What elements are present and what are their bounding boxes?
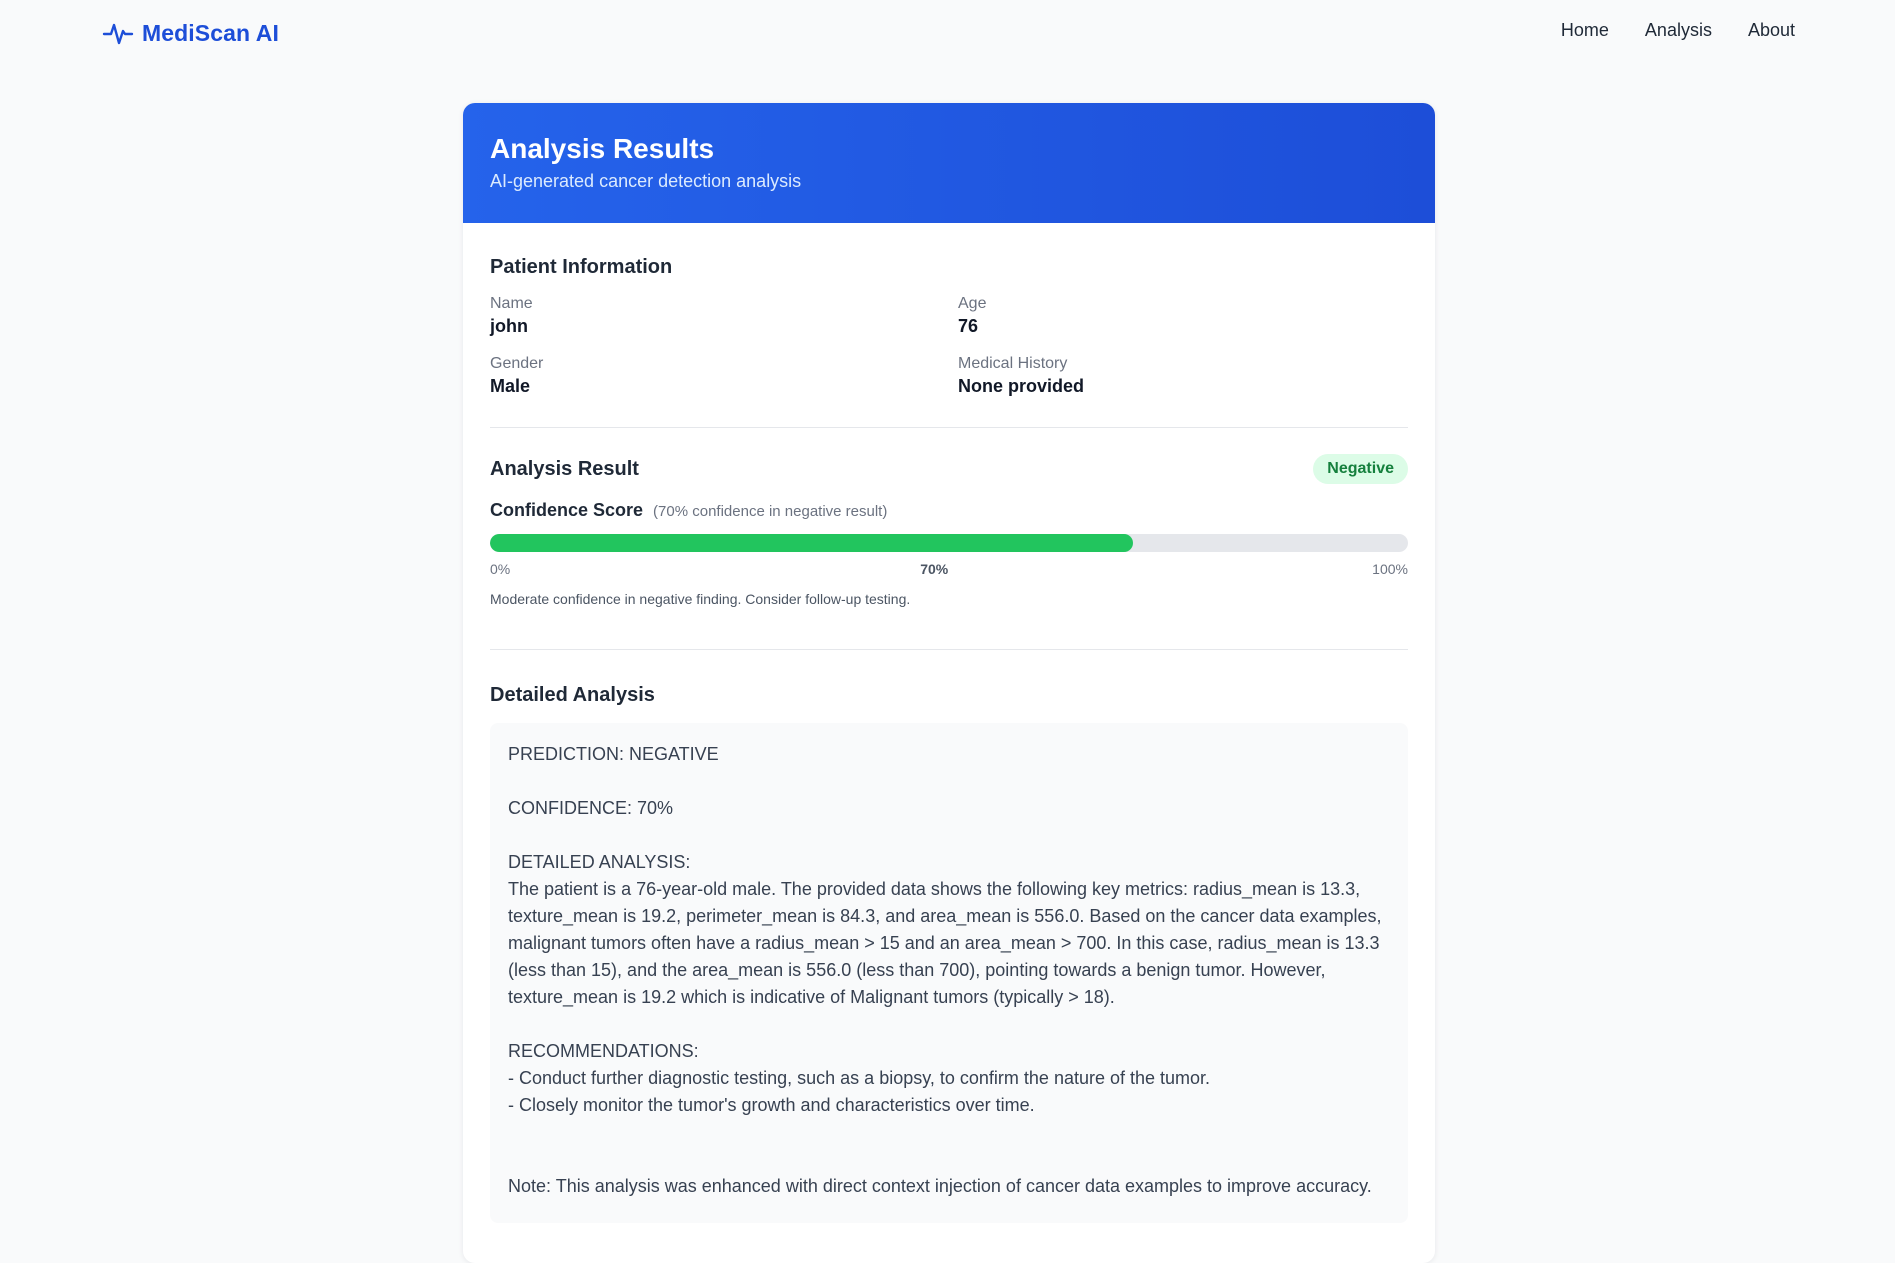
detailed-analysis-section: Detailed Analysis PREDICTION: NEGATIVE C… [490,650,1408,1223]
main-nav: Home Analysis About [1561,20,1795,41]
analysis-result-title: Analysis Result [490,457,639,480]
prediction-line: PREDICTION: NEGATIVE [508,744,719,764]
confidence-score-label: Confidence Score [490,500,644,520]
patient-gender-field: Gender Male [490,355,958,397]
card-header: Analysis Results AI-generated cancer det… [463,103,1435,223]
nav-link-analysis[interactable]: Analysis [1645,20,1712,41]
top-navbar: MediScan AI Home Analysis About [0,0,1895,66]
analysis-result-header: Analysis Result Negative [490,454,1408,484]
pulse-icon [102,23,134,45]
scale-max-label: 100% [1372,561,1408,577]
detailed-analysis-title: Detailed Analysis [490,684,655,706]
page-title: Analysis Results [490,133,715,164]
confidence-scale: 0% 70% 100% [490,561,1408,577]
confidence-note: (70% confidence in negative result) [653,503,888,520]
patient-information-title: Patient Information [490,256,673,278]
nav-link-home[interactable]: Home [1561,20,1609,41]
patient-name-field: Name john [490,295,958,337]
analysis-note: Note: This analysis was enhanced with di… [508,1176,1372,1196]
detailed-analysis-heading: DETAILED ANALYSIS: [508,852,691,872]
field-value: None provided [958,376,1085,396]
recommendation-item: - Conduct further diagnostic testing, su… [508,1068,1211,1088]
field-label: Gender [490,355,544,372]
field-label: Medical History [958,355,1068,372]
patient-information-section: Patient Information Name john Age 76 Gen… [490,223,1408,428]
patient-medical-history-field: Medical History None provided [958,355,1408,397]
detailed-analysis-text-box: PREDICTION: NEGATIVE CONFIDENCE: 70% DET… [490,723,1408,1223]
detailed-analysis-paragraph: The patient is a 76-year-old male. The p… [508,879,1382,1007]
brand-logo-link[interactable]: MediScan AI [102,16,279,50]
results-card: Analysis Results AI-generated cancer det… [463,103,1435,1263]
patient-age-field: Age 76 [958,295,1408,337]
field-label: Age [958,295,987,312]
confidence-header: Confidence Score (70% confidence in nega… [490,500,1408,521]
result-status-badge: Negative [1313,454,1408,484]
confidence-progress-bar [490,534,1408,552]
page-subtitle: AI-generated cancer detection analysis [490,171,802,191]
confidence-progress-fill [490,534,1133,552]
recommendations-heading: RECOMMENDATIONS: [508,1041,699,1061]
scale-value-label: 70% [920,561,949,577]
nav-link-about[interactable]: About [1748,20,1795,41]
scale-min-label: 0% [490,561,511,577]
confidence-line: CONFIDENCE: 70% [508,798,674,818]
brand-name: MediScan AI [142,19,279,46]
card-body: Patient Information Name john Age 76 Gen… [463,223,1435,1223]
field-value: john [490,316,528,336]
recommendation-item: - Closely monitor the tumor's growth and… [508,1095,1035,1115]
field-label: Name [490,295,533,312]
confidence-help-text: Moderate confidence in negative finding.… [490,591,911,607]
patient-info-grid: Name john Age 76 Gender Male Medical His… [490,295,1408,397]
field-value: Male [490,376,531,396]
analysis-result-section: Analysis Result Negative Confidence Scor… [490,428,1408,650]
field-value: 76 [958,316,979,336]
